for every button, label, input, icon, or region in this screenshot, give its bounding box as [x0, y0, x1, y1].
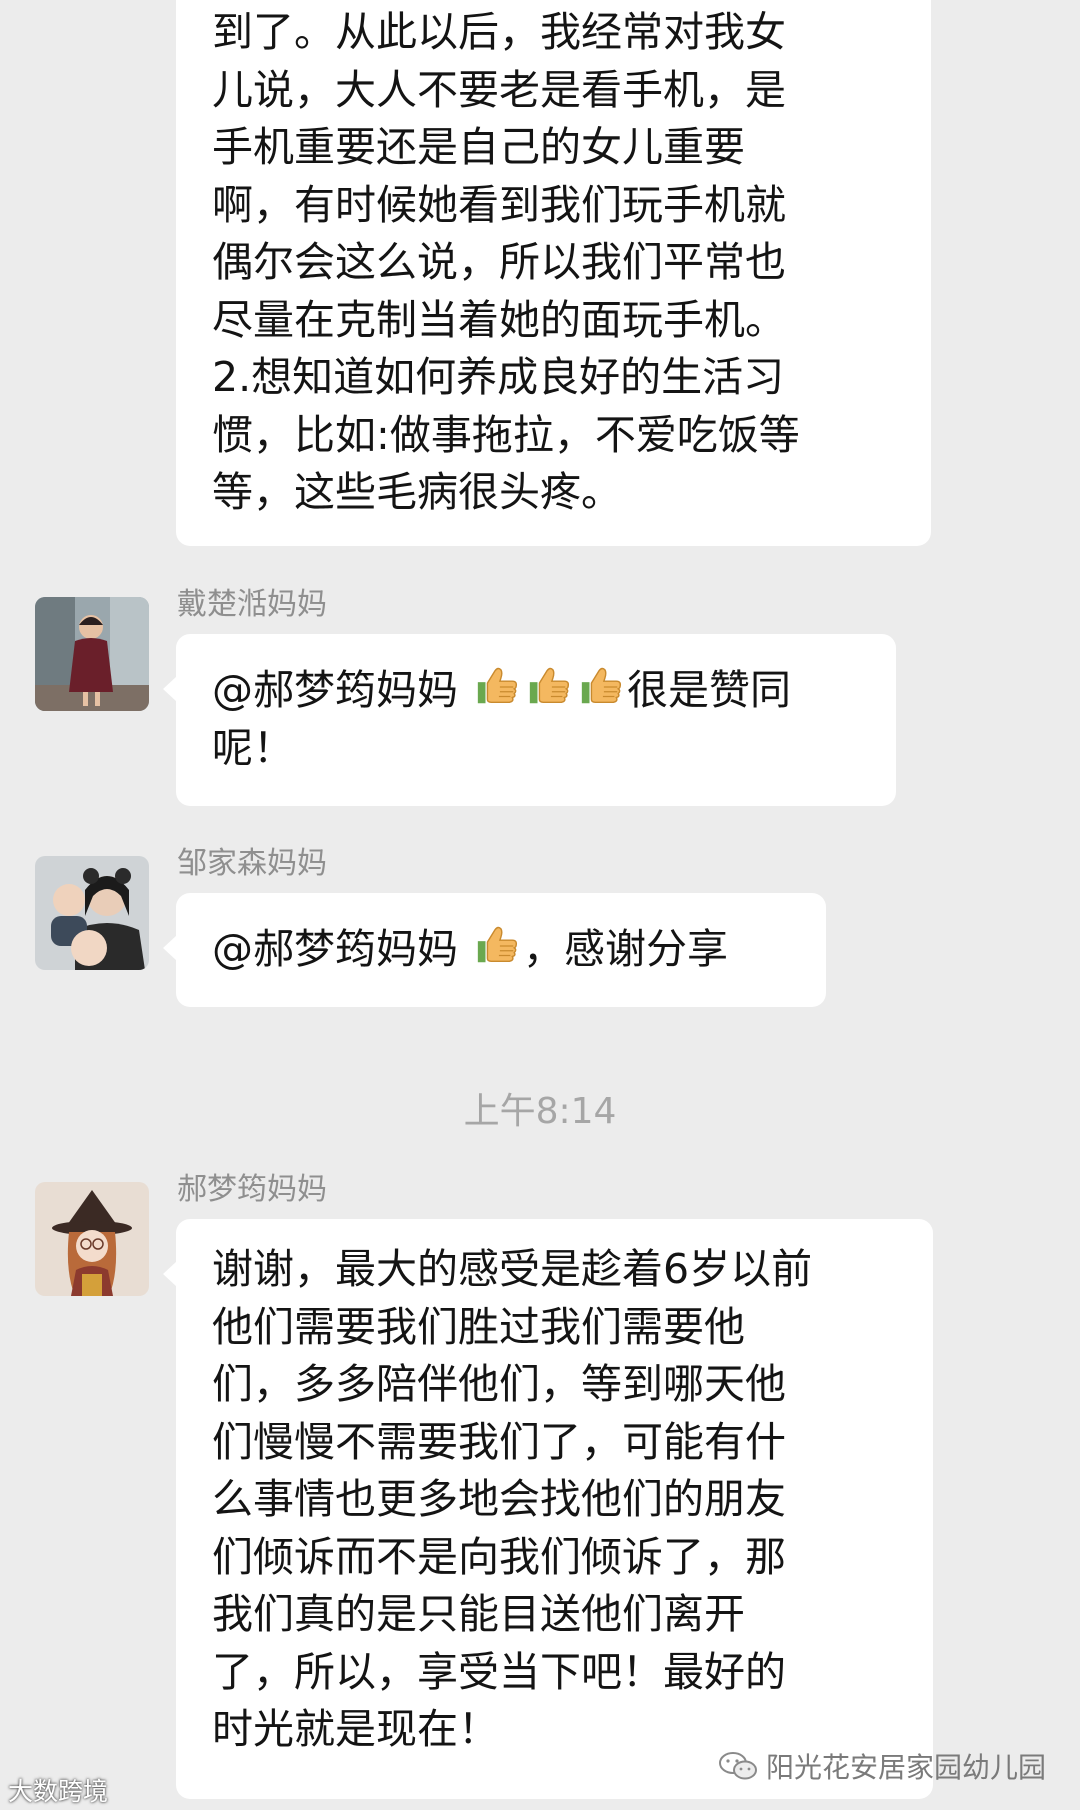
sender-name: 戴楚湉妈妈 — [177, 587, 327, 622]
message-text-line: 们倾诉而不是向我们倾诉了，那 — [212, 1532, 786, 1581]
message-text: 很是赞同 — [627, 666, 792, 714]
message-text-line: 们，多多陪伴他们，等到哪天他 — [212, 1360, 786, 1408]
message-text-line: 手机重要还是自己的女儿重要 — [212, 123, 745, 171]
avatar[interactable] — [35, 856, 149, 970]
avatar[interactable] — [35, 1182, 149, 1296]
message-text-line: @郝梦筠妈妈 ，感谢分享 — [212, 921, 790, 979]
message-text-line: 到了。从此以后，我经常对我女 — [212, 8, 786, 56]
avatar-image — [35, 1182, 149, 1296]
avatar[interactable] — [35, 597, 149, 711]
message-bubble[interactable]: 到了。从此以后，我经常对我女 儿说，大人不要老是看手机，是 手机重要还是自己的女… — [176, 0, 931, 546]
watermark-left-text: 大数跨境 — [8, 1777, 109, 1806]
thumbs-up-icon — [578, 663, 624, 709]
message-text-line: 等，这些毛病很头疼。 — [212, 468, 622, 516]
mention-text[interactable]: @郝梦筠妈妈 — [212, 925, 458, 973]
thumbs-up-icon — [474, 663, 520, 709]
watermark-right: 阳光花安居家园幼儿园 — [718, 1746, 1046, 1786]
message-text: ，感谢分享 — [523, 925, 729, 973]
avatar-image — [35, 597, 149, 711]
message-text-line: 偶尔会这么说，所以我们平常也 — [212, 238, 786, 286]
message-text-line: 他们需要我们胜过我们需要他 — [212, 1302, 745, 1351]
message-bubble[interactable]: 谢谢，最大的感受是趁着6岁以前 他们需要我们胜过我们需要他 们，多多陪伴他们，等… — [163, 1219, 933, 1799]
thumbs-up-icon — [474, 922, 520, 968]
message-text-line: 尽量在克制当着她的面玩手机。 — [212, 295, 786, 344]
message-text-line: 们慢慢不需要我们了，可能有什 — [212, 1417, 786, 1466]
wechat-icon — [718, 1752, 757, 1780]
message-text-line: 2.想知道如何养成良好的生活习 — [212, 353, 785, 401]
message-text-line: 我们真的是只能目送他们离开 — [212, 1590, 745, 1638]
avatar-image — [35, 856, 149, 970]
message-text-line: 了，所以，享受当下吧！最好的 — [212, 1647, 786, 1696]
mention-text[interactable]: @郝梦筠妈妈 — [212, 666, 458, 714]
message-text-line: 惯，比如:做事拖拉，不爱吃饭等 — [212, 410, 800, 459]
timestamp: 上午8:14 — [463, 1091, 617, 1132]
sender-name: 郝梦筠妈妈 — [177, 1172, 327, 1207]
message-bubble[interactable]: @郝梦筠妈妈 很是赞同 呢！ — [163, 634, 896, 806]
sender-name: 邹家森妈妈 — [177, 846, 327, 881]
watermark-left: 大数跨境 — [8, 1772, 108, 1808]
message-text-line: 啊，有时候她看到我们玩手机就 — [212, 180, 786, 229]
message-text-line: 呢！ — [212, 723, 294, 772]
message-text-line: 么事情也更多地会找他们的朋友 — [212, 1475, 786, 1523]
thumbs-up-icon — [526, 663, 572, 709]
message-bubble[interactable]: @郝梦筠妈妈 ，感谢分享 — [163, 893, 826, 1007]
message-text-line: 儿说，大人不要老是看手机，是 — [212, 65, 786, 114]
message-text-line: @郝梦筠妈妈 很是赞同 — [212, 662, 860, 720]
watermark-right-text: 阳光花安居家园幼儿园 — [765, 1751, 1046, 1784]
message-text-line: 谢谢，最大的感受是趁着6岁以前 — [212, 1245, 813, 1293]
chat-view: 到了。从此以后，我经常对我女 儿说，大人不要老是看手机，是 手机重要还是自己的女… — [0, 0, 1080, 1810]
